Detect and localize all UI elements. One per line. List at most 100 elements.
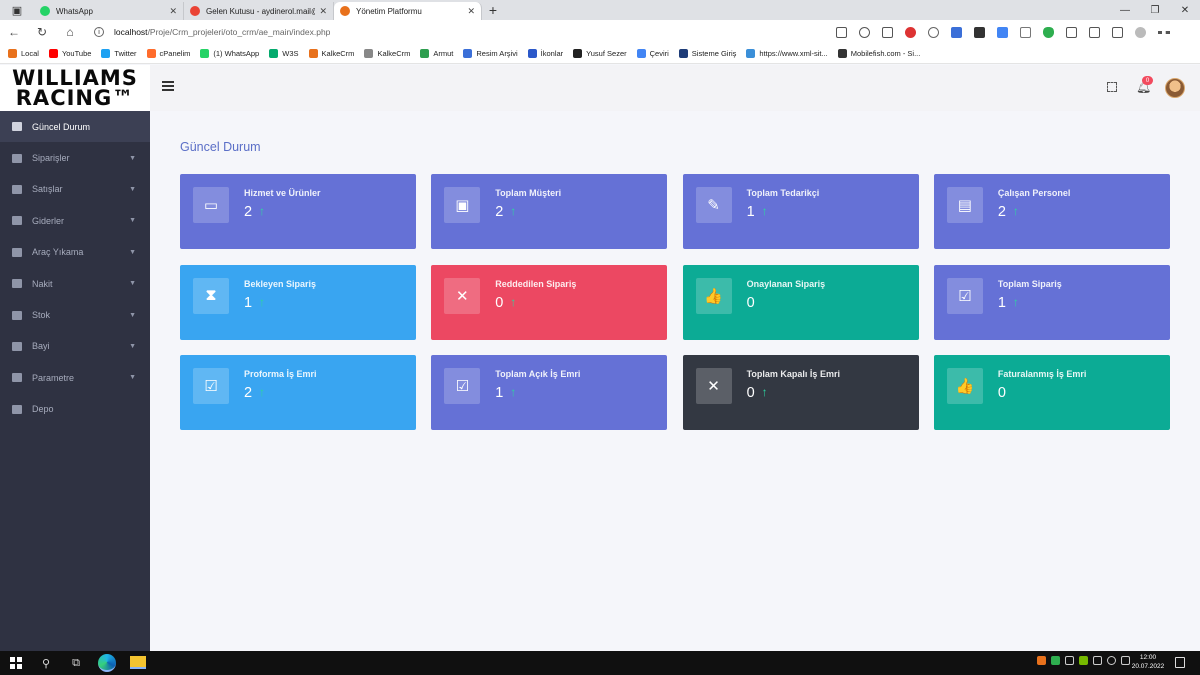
sidebar-item-nakit[interactable]: Nakit ▼ xyxy=(0,268,150,299)
browser-tab[interactable]: Gelen Kutusu - aydinerol.mail@ ✕ xyxy=(184,2,334,20)
tray-app-icon[interactable] xyxy=(1037,656,1046,665)
stat-card-onaylanan-siparis[interactable]: 👍 Onaylanan Sipariş 0 xyxy=(682,264,919,340)
extensions-puzzle-icon[interactable] xyxy=(1066,26,1077,38)
favorite-add-icon[interactable] xyxy=(859,26,870,38)
new-tab-button[interactable]: + xyxy=(482,2,504,18)
restore-icon[interactable]: ❐ xyxy=(1140,0,1170,20)
file-explorer-icon[interactable] xyxy=(130,656,146,669)
bookmark-item[interactable]: Sisteme Giriş xyxy=(678,49,736,58)
bookmark-item[interactable]: YouTube xyxy=(48,49,92,58)
home-icon[interactable]: ⌂ xyxy=(56,20,84,44)
bookmark-label: YouTube xyxy=(61,49,92,58)
sidebar-item-arac-yikama[interactable]: Araç Yıkama ▼ xyxy=(0,237,150,268)
refresh-icon[interactable]: ↻ xyxy=(28,20,56,44)
stat-card-toplam-acik-is-emri[interactable]: ☑ Toplam Açık İş Emri 1 ↑ xyxy=(431,355,668,431)
favorites-icon[interactable] xyxy=(1089,26,1100,38)
logo-line-1: WILLIAMS xyxy=(12,66,138,90)
brand-logo[interactable]: WILLIAMS RACING™ xyxy=(0,65,150,111)
sidebar-item-satislar[interactable]: Satışlar ▼ xyxy=(0,174,150,205)
document-clock-icon: ▤ xyxy=(946,187,983,223)
sidebar-item-label: Parametre xyxy=(32,372,75,383)
screenshot-icon[interactable] xyxy=(882,26,893,38)
back-icon[interactable]: ← xyxy=(0,20,28,44)
sidebar-item-guncel-durum[interactable]: Güncel Durum xyxy=(0,111,150,143)
minimize-icon[interactable]: — xyxy=(1110,0,1140,20)
bookmark-item[interactable]: https://www.xml-sit... xyxy=(746,49,828,58)
stat-card-title: Onaylanan Sipariş xyxy=(746,278,826,289)
sidebar-item-bayi[interactable]: Bayi ▼ xyxy=(0,331,150,362)
sidebar-item-siparisler[interactable]: Siparişler ▼ xyxy=(0,142,150,173)
browser-tab[interactable]: Yönetim Platformu ✕ xyxy=(334,2,482,20)
bookmark-item[interactable]: cPanelim xyxy=(146,49,190,58)
bookmark-item[interactable]: Local xyxy=(8,49,39,58)
avatar[interactable] xyxy=(1165,78,1185,98)
site-info-icon[interactable]: i xyxy=(94,27,104,37)
bookmark-favicon-icon xyxy=(146,49,156,58)
bookmark-label: (1) WhatsApp xyxy=(213,49,260,58)
sidebar-item-depo[interactable]: Depo xyxy=(0,394,150,425)
bookmark-item[interactable]: Twitter xyxy=(101,49,137,58)
bookmark-item[interactable]: Resim Arşivi xyxy=(463,49,518,58)
stat-card-value: 2 xyxy=(244,204,253,220)
sidebar-item-parametre[interactable]: Parametre ▼ xyxy=(0,362,150,393)
stat-card-proforma-is-emri[interactable]: ☑ Proforma İş Emri 2 ↑ xyxy=(180,355,416,431)
sidebar-item-giderler[interactable]: Giderler ▼ xyxy=(0,205,150,236)
thumbs-up-icon: 👍 xyxy=(695,277,732,314)
stat-card-toplam-musteri[interactable]: ▣ Toplam Müşteri 2 ↑ xyxy=(431,174,668,249)
tab-close-icon[interactable]: ✕ xyxy=(467,6,475,17)
extension-color-icon[interactable] xyxy=(905,26,916,38)
bookmark-item[interactable]: Mobilefish.com - Si... xyxy=(837,49,920,58)
system-clock[interactable]: 12:00 20.07.2022 xyxy=(1128,653,1168,671)
tab-close-icon[interactable]: ✕ xyxy=(319,6,327,17)
bookmark-item[interactable]: Yusuf Sezer xyxy=(573,49,627,58)
task-view-icon[interactable]: ⧉ xyxy=(68,655,84,671)
tray-chevron-icon[interactable] xyxy=(1093,656,1102,665)
stat-card-toplam-siparis[interactable]: ☑ Toplam Sipariş 1 ↑ xyxy=(933,264,1170,340)
tray-shield-icon[interactable] xyxy=(1051,656,1060,665)
bookmark-item[interactable]: (1) WhatsApp xyxy=(200,49,259,58)
browser-tab[interactable]: WhatsApp ✕ xyxy=(34,2,184,20)
adblock-shield-icon[interactable] xyxy=(1043,26,1054,38)
chevron-down-icon: ▼ xyxy=(129,217,136,225)
extension-dark-icon[interactable] xyxy=(974,26,985,38)
stat-card-calisan-personel[interactable]: ▤ Çalışan Personel 2 ↑ xyxy=(933,174,1170,249)
tray-wifi-icon[interactable] xyxy=(1107,656,1116,665)
stat-card-bekleyen-siparis[interactable]: ⧗ Bekleyen Sipariş 1 ↑ xyxy=(180,264,416,340)
tab-favicon-icon xyxy=(340,6,350,16)
tray-gpu-icon[interactable] xyxy=(1079,656,1088,665)
more-menu-icon[interactable] xyxy=(1158,30,1170,34)
stat-card-toplam-kapali-is-emri[interactable]: ✕ Toplam Kapalı İş Emri 0 ↑ xyxy=(682,355,919,431)
stat-card-hizmet-ve-urunler[interactable]: ▭ Hizmet ve Ürünler 2 ↑ xyxy=(180,174,416,249)
bookmark-item[interactable]: KalkeCrm xyxy=(364,49,410,58)
profile-icon[interactable] xyxy=(1135,26,1146,38)
read-aloud-icon[interactable] xyxy=(836,26,847,38)
search-icon[interactable]: ⚲ xyxy=(38,655,54,671)
collections-icon[interactable] xyxy=(1112,26,1123,38)
extension-dropper-icon[interactable] xyxy=(951,26,962,38)
stat-card-title: Reddedilen Sipariş xyxy=(495,278,577,289)
bookmark-item[interactable]: W3S xyxy=(269,49,299,58)
trend-up-arrow-icon: ↑ xyxy=(259,385,265,400)
url-field[interactable]: i localhost/Proje/Crm_projeleri/oto_crm/… xyxy=(94,27,814,37)
stat-card-faturalanmis-is-emri[interactable]: 👍 Faturalanmış İş Emri 0 xyxy=(933,355,1170,431)
fullscreen-icon[interactable] xyxy=(1107,82,1117,92)
menu-toggle-icon[interactable] xyxy=(162,81,174,91)
bookmark-item[interactable]: İkonlar xyxy=(527,49,563,58)
extension-recycle-icon[interactable] xyxy=(928,26,939,38)
bookmark-item[interactable]: KalkeCrm xyxy=(308,49,354,58)
bookmark-item[interactable]: Armut xyxy=(420,49,453,58)
window-menu-icon[interactable]: ▣ xyxy=(0,0,34,20)
tray-network-icon[interactable] xyxy=(1065,656,1074,665)
sidebar-item-stok[interactable]: Stok ▼ xyxy=(0,299,150,330)
notification-center-icon[interactable] xyxy=(1175,657,1185,668)
tab-close-icon[interactable]: ✕ xyxy=(169,6,177,17)
close-window-icon[interactable]: ✕ xyxy=(1170,0,1200,20)
start-icon[interactable] xyxy=(10,657,22,669)
edge-browser-icon[interactable] xyxy=(98,654,116,672)
translate-icon[interactable] xyxy=(997,26,1008,38)
bookmark-item[interactable]: Çeviri xyxy=(636,49,669,58)
bookmark-favicon-icon xyxy=(269,49,279,58)
stat-card-toplam-tedarikci[interactable]: ✎ Toplam Tedarikçi 1 ↑ xyxy=(682,174,919,249)
extension-doc-icon[interactable] xyxy=(1020,26,1031,38)
stat-card-reddedilen-siparis[interactable]: ✕ Reddedilen Sipariş 0 ↑ xyxy=(431,264,668,340)
